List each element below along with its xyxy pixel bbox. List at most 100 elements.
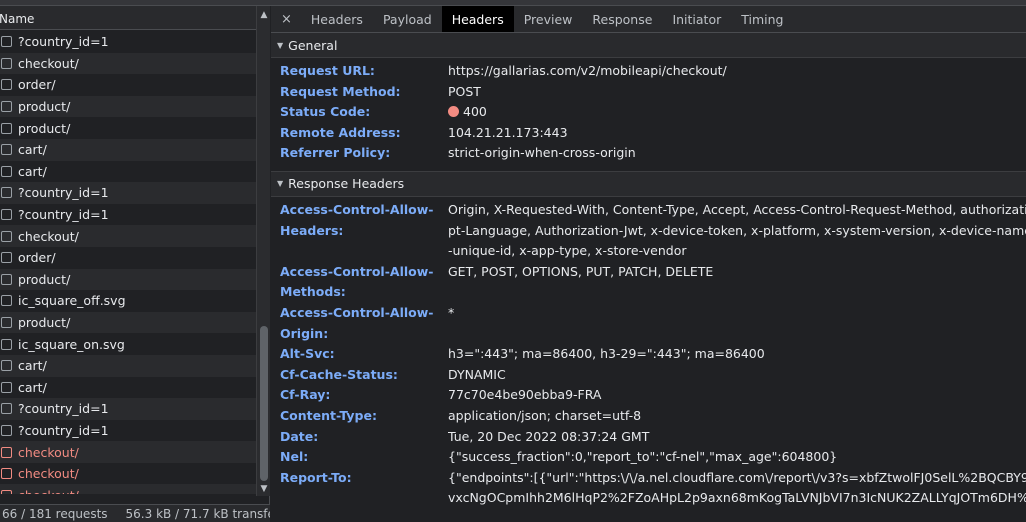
header-value[interactable]: 400 (448, 102, 1026, 123)
header-value-line: vxcNgOCpmIhh2M6lHqP2%2FZoAHpL2p9axn68mKo… (448, 490, 1026, 506)
tab-payload[interactable]: Payload (373, 6, 442, 32)
request-row[interactable]: product/ (0, 311, 256, 334)
scroll-up-arrow-icon[interactable]: ▲ (259, 10, 269, 20)
request-row[interactable]: ic_square_off.svg (0, 290, 256, 312)
header-value[interactable]: Tue, 20 Dec 2022 08:37:24 GMT (448, 427, 1026, 448)
request-row[interactable]: ic_square_on.svg (0, 333, 256, 355)
tab-headers[interactable]: Headers (301, 6, 373, 32)
tab-initiator[interactable]: Initiator (662, 6, 731, 32)
request-row[interactable]: cart/ (0, 161, 256, 183)
request-name: ?country_id=1 (18, 207, 109, 223)
header-value[interactable]: * (448, 303, 1026, 344)
request-name: checkout/ (18, 488, 79, 494)
header-key-line: Request URL: (280, 63, 375, 78)
header-value[interactable]: https://gallarias.com/v2/mobileapi/check… (448, 61, 1026, 82)
general-section-header[interactable]: ▼ General (271, 33, 1026, 58)
scrollbar-thumb[interactable] (260, 326, 268, 481)
request-list-scrollbar[interactable]: ▲ ▼ (256, 6, 270, 496)
header-value[interactable]: 77c70e4be90ebba9-FRA (448, 385, 1026, 406)
request-name: ic_square_on.svg (18, 336, 125, 352)
request-name: cart/ (18, 379, 47, 395)
header-key: Access-Control-Allow- Methods: (271, 262, 448, 303)
request-row[interactable]: cart/ (0, 138, 256, 161)
header-row: Date: Tue, 20 Dec 2022 08:37:24 GMT (271, 427, 1026, 448)
transfer-size: 56.3 kB / 71.7 kB transferre (125, 506, 270, 521)
request-row[interactable]: cart/ (0, 354, 256, 377)
header-key: Nel: (271, 447, 448, 468)
header-key: Cf-Cache-Status: (271, 365, 448, 386)
header-key-line: Report-To: (280, 469, 352, 485)
header-value-line: {"endpoints":[{"url":"https:\/\/a.nel.cl… (448, 469, 1026, 485)
header-key-line: Status Code: (280, 104, 371, 120)
header-value-line: h3=":443"; ma=86400, h3-29=":443"; ma=86… (448, 346, 765, 362)
general-section-title: General (288, 37, 338, 53)
row-checkbox-icon (1, 403, 12, 415)
header-value[interactable]: DYNAMIC (448, 365, 1026, 386)
request-row[interactable]: order/ (0, 247, 256, 269)
row-checkbox-icon (1, 338, 12, 350)
section-divider (271, 164, 1026, 172)
request-row[interactable]: ?country_id=1 (0, 204, 256, 226)
request-row[interactable]: checkout/ (0, 225, 256, 247)
request-row[interactable]: order/ (0, 74, 256, 96)
header-row: Nel: {"success_fraction":0,"report_to":"c… (271, 447, 1026, 468)
tab-headers[interactable]: Headers (441, 6, 514, 32)
request-row[interactable]: ?country_id=1 (0, 398, 256, 420)
response-header-fields: Access-Control-Allow- Headers: Origin, X-R… (271, 197, 1026, 509)
header-value[interactable]: GET, POST, OPTIONS, PUT, PATCH, DELETE (448, 262, 1026, 303)
header-value[interactable]: strict-origin-when-cross-origin (448, 143, 1026, 164)
request-row[interactable]: checkout/ (0, 441, 256, 463)
request-row[interactable]: product/ (0, 268, 256, 291)
request-row[interactable]: product/ (0, 95, 256, 118)
header-value[interactable]: application/json; charset=utf-8 (448, 406, 1026, 427)
header-value[interactable]: Origin, X-Requested-With, Content-Type, … (448, 200, 1026, 262)
header-key: Remote Address: (271, 123, 448, 144)
header-key-line: Request Method: (280, 83, 401, 99)
request-row[interactable]: checkout/ (0, 484, 256, 494)
request-row[interactable]: checkout/ (0, 463, 256, 485)
request-details-panel: × Headers Payload Headers Preview Response In… (271, 6, 1026, 522)
row-checkbox-icon (1, 252, 12, 264)
row-checkbox-icon (1, 489, 12, 494)
header-value[interactable]: h3=":443"; ma=86400, h3-29=":443"; ma=86… (448, 344, 1026, 365)
request-row[interactable]: cart/ (0, 377, 256, 399)
request-row[interactable]: ?country_id=1 (0, 182, 256, 204)
row-checkbox-icon (1, 381, 12, 393)
header-row: Cf-Ray: 77c70e4be90ebba9-FRA (271, 385, 1026, 406)
row-checkbox-icon (1, 360, 12, 372)
network-status-bar: 66 / 181 requests 56.3 kB / 71.7 kB tran… (0, 504, 270, 522)
name-column-header[interactable]: Name (0, 6, 256, 30)
header-key-line: Access-Control-Allow- (280, 263, 434, 279)
request-row[interactable]: product/ (0, 117, 256, 139)
general-fields: Request URL: https://gallarias.com/v2/mob… (271, 58, 1026, 164)
request-row[interactable]: checkout/ (0, 52, 256, 75)
request-row[interactable]: ?country_id=1 (0, 420, 256, 442)
header-key-line: Origin: (280, 325, 329, 341)
header-value-line: Tue, 20 Dec 2022 08:37:24 GMT (448, 428, 650, 444)
header-value[interactable]: {"success_fraction":0,"report_to":"cf-ne… (448, 447, 1026, 468)
request-row[interactable]: ?country_id=1 (0, 31, 256, 53)
header-value[interactable]: {"endpoints":[{"url":"https:\/\/a.nel.cl… (448, 468, 1026, 509)
row-checkbox-icon (1, 424, 12, 436)
header-row: Access-Control-Allow- Headers: Origin, X-R… (271, 200, 1026, 262)
tab-preview[interactable]: Preview (514, 6, 583, 32)
tab-timing[interactable]: Timing (731, 6, 793, 32)
scroll-down-arrow-icon[interactable]: ▼ (259, 484, 269, 494)
request-name: cart/ (18, 142, 47, 158)
row-checkbox-icon (1, 101, 12, 113)
header-value[interactable]: 104.21.21.173:443 (448, 123, 1026, 144)
request-name: product/ (18, 315, 71, 331)
header-value-line: GET, POST, OPTIONS, PUT, PATCH, DELETE (448, 263, 714, 279)
request-count: 66 / 181 requests (2, 506, 108, 521)
request-name: checkout/ (18, 466, 79, 482)
collapse-triangle-icon: ▼ (277, 40, 284, 50)
request-name: checkout/ (18, 444, 79, 460)
header-row: Cf-Cache-Status: DYNAMIC (271, 365, 1026, 386)
header-value[interactable]: POST (448, 82, 1026, 103)
row-checkbox-icon (1, 36, 12, 48)
header-row: Access-Control-Allow- Origin: * (271, 303, 1026, 344)
tab-response[interactable]: Response (582, 6, 662, 32)
response-headers-section-header[interactable]: ▼ Response Headers (271, 171, 1026, 197)
request-rows: ?country_id=1 checkout/order/product/prod… (0, 31, 256, 494)
close-details-icon[interactable]: × (271, 6, 301, 32)
